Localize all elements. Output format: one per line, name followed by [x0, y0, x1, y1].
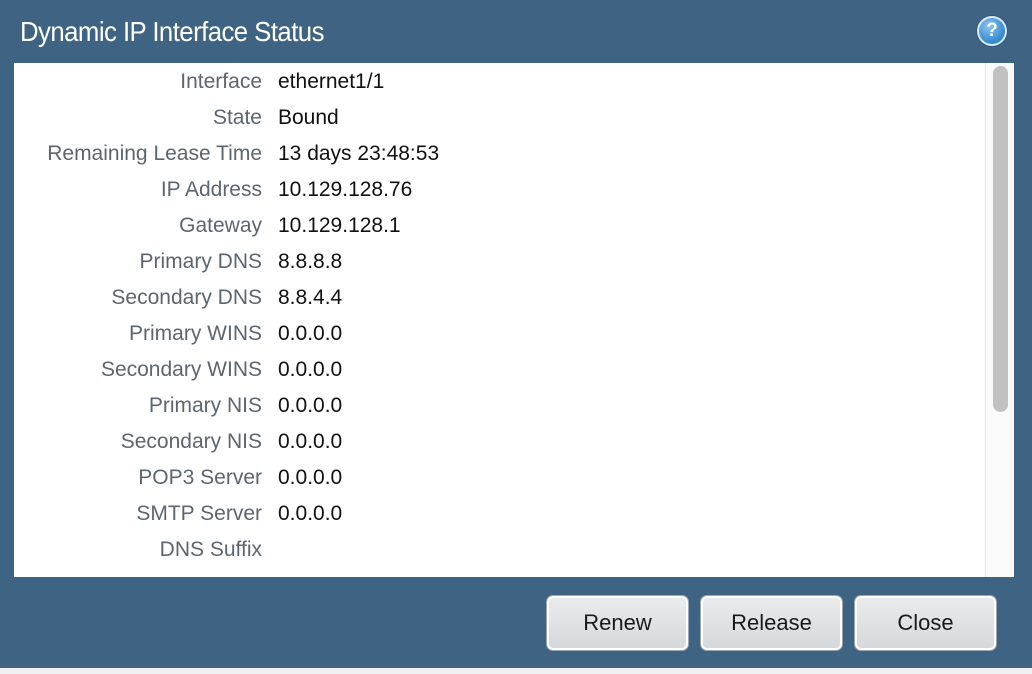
- field-label: Secondary WINS: [100, 358, 262, 381]
- field-row-secondary-dns: Secondary DNS 8.8.4.4: [14, 280, 984, 316]
- field-row-gateway: Gateway 10.129.128.1: [14, 208, 984, 244]
- field-value: 10.129.128.76: [278, 178, 413, 201]
- field-value: 0.0.0.0: [278, 466, 343, 489]
- field-label: Secondary NIS: [120, 430, 262, 453]
- dialog-title: Dynamic IP Interface Status: [20, 16, 324, 47]
- field-label: Remaining Lease Time: [47, 142, 262, 165]
- close-button[interactable]: Close: [855, 596, 996, 650]
- field-value: Bound: [278, 106, 339, 129]
- field-label: IP Address: [160, 178, 262, 201]
- field-row-state: State Bound: [14, 100, 984, 136]
- field-value: 8.8.8.8: [278, 250, 343, 273]
- field-value: 0.0.0.0: [278, 502, 343, 525]
- field-label: DNS Suffix: [159, 538, 262, 561]
- field-label: Interface: [180, 70, 262, 93]
- field-value: 0.0.0.0: [278, 394, 343, 417]
- field-value: 0.0.0.0: [278, 358, 343, 381]
- field-value: ethernet1/1: [278, 70, 385, 93]
- help-icon[interactable]: ?: [977, 16, 1007, 46]
- field-row-secondary-wins: Secondary WINS 0.0.0.0: [14, 352, 984, 388]
- field-label: POP3 Server: [138, 466, 262, 489]
- field-value: 13 days 23:48:53: [278, 142, 440, 165]
- field-row-ip-address: IP Address 10.129.128.76: [14, 172, 984, 208]
- field-value: 0.0.0.0: [278, 322, 343, 345]
- field-value: 0.0.0.0: [278, 430, 343, 453]
- field-label: SMTP Server: [136, 502, 262, 525]
- renew-button[interactable]: Renew: [547, 596, 688, 650]
- scrollbar-thumb[interactable]: [993, 66, 1008, 412]
- field-label: Gateway: [179, 214, 262, 237]
- field-value: 8.8.4.4: [278, 286, 343, 309]
- field-row-remaining-lease-time: Remaining Lease Time 13 days 23:48:53: [14, 136, 984, 172]
- field-row-primary-dns: Primary DNS 8.8.8.8: [14, 244, 984, 280]
- dynamic-ip-status-dialog: Dynamic IP Interface Status ? Interface …: [0, 0, 1032, 668]
- field-label: State: [212, 106, 262, 129]
- field-row-secondary-nis: Secondary NIS 0.0.0.0: [14, 424, 984, 460]
- field-row-interface: Interface ethernet1/1: [14, 64, 984, 100]
- field-value: 10.129.128.1: [278, 214, 401, 237]
- field-label: Primary DNS: [139, 250, 262, 273]
- vertical-scrollbar[interactable]: [985, 63, 1014, 577]
- field-row-primary-nis: Primary NIS 0.0.0.0: [14, 388, 984, 424]
- release-button[interactable]: Release: [701, 596, 842, 650]
- field-label: Secondary DNS: [111, 286, 262, 309]
- field-label: Primary WINS: [129, 322, 262, 345]
- field-row-primary-wins: Primary WINS 0.0.0.0: [14, 316, 984, 352]
- field-row-smtp-server: SMTP Server 0.0.0.0: [14, 496, 984, 532]
- status-panel: Interface ethernet1/1 State Bound Remain…: [14, 63, 1014, 577]
- field-row-dns-suffix: DNS Suffix: [14, 532, 984, 568]
- field-row-pop3-server: POP3 Server 0.0.0.0: [14, 460, 984, 496]
- field-label: Primary NIS: [148, 394, 262, 417]
